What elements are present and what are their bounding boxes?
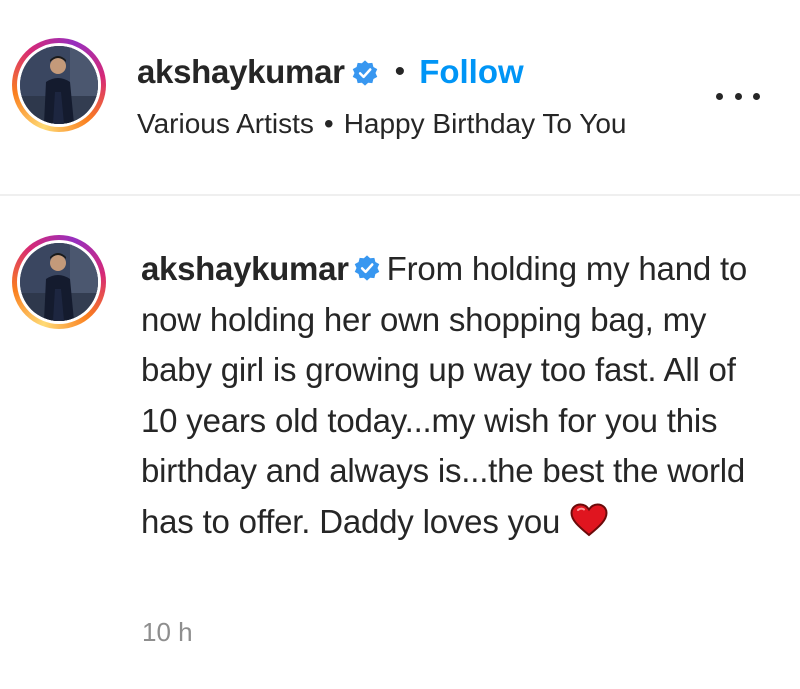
post-header: akshaykumar • Follow Various Artists • Hap… — [0, 0, 800, 194]
verified-badge-icon — [354, 255, 379, 281]
follow-button[interactable]: Follow — [419, 53, 523, 91]
avatar-border — [17, 43, 101, 127]
comment-timestamp[interactable]: 10 h — [142, 617, 193, 648]
audio-separator: • — [323, 108, 334, 139]
separator-dot: • — [394, 55, 406, 88]
username-link[interactable]: akshaykumar — [137, 53, 345, 91]
divider — [0, 194, 800, 196]
story-ring-avatar[interactable] — [12, 235, 106, 329]
more-dot — [734, 92, 742, 100]
person-photo-icon — [20, 46, 98, 124]
more-dot — [716, 92, 723, 100]
audio-artist: Various Artists — [137, 108, 314, 139]
caption-text-block: akshaykumar From holding my hand to now … — [141, 244, 761, 547]
audio-title: Happy Birthday To You — [343, 108, 627, 139]
header-title-row: akshaykumar • Follow — [137, 50, 524, 94]
avatar[interactable] — [20, 243, 98, 321]
story-ring-avatar[interactable] — [12, 38, 106, 132]
avatar[interactable] — [20, 46, 98, 124]
avatar-border — [17, 240, 101, 324]
caption-text: From holding my hand to now holding her … — [141, 250, 748, 540]
audio-info[interactable]: Various Artists • Happy Birthday To You — [137, 108, 627, 140]
more-dot — [753, 92, 760, 100]
red-heart-icon — [570, 503, 608, 537]
person-photo-icon — [20, 243, 98, 321]
more-options-icon[interactable] — [716, 84, 760, 108]
verified-badge-icon — [352, 60, 377, 86]
comment-username-link[interactable]: akshaykumar — [141, 250, 349, 287]
